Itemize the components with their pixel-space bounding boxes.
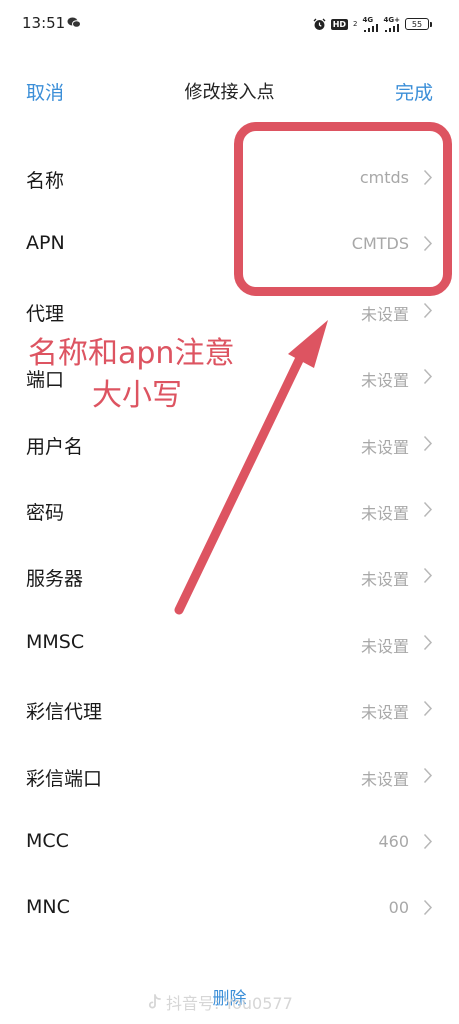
setting-value: 未设置: [360, 636, 409, 656]
apn-edit-screen: 13:51 HD 2 4G 4G+ 55 修改接入点 取消 完成 名称 cmtd…: [0, 0, 459, 1024]
setting-label: 代理: [26, 302, 65, 325]
page-title: 修改接入点: [184, 82, 275, 103]
setting-value: 未设置: [360, 371, 409, 391]
setting-label: 名称: [26, 170, 65, 192]
chevron-right-icon: [423, 501, 433, 517]
setting-label: 服务器: [26, 568, 84, 591]
setting-value: 460: [378, 831, 409, 851]
setting-label: 用户名: [26, 435, 84, 458]
chevron-right-icon: [423, 833, 433, 849]
network-1: 4G: [363, 16, 379, 32]
setting-label: APN: [26, 232, 65, 255]
cancel-button[interactable]: 取消: [26, 78, 64, 105]
chevron-right-icon: [423, 302, 433, 318]
setting-label: MNC: [26, 896, 70, 919]
battery-icon: 55: [405, 18, 432, 30]
status-icons: HD 2 4G 4G+ 55: [313, 14, 432, 34]
setting-label: MCC: [26, 829, 69, 852]
alarm-icon: [313, 18, 326, 30]
setting-value: 00: [388, 898, 409, 918]
setting-row-mcc[interactable]: MCC 460: [0, 808, 459, 874]
chevron-right-icon: [423, 634, 433, 650]
chevron-right-icon: [423, 701, 433, 717]
setting-value: 未设置: [360, 703, 409, 723]
setting-label: 彩信端口: [26, 767, 103, 790]
setting-value: 未设置: [360, 437, 409, 457]
watermark-text: 抖音号: You0577: [166, 994, 293, 1013]
setting-value: 未设置: [360, 304, 409, 324]
setting-value: 未设置: [360, 503, 409, 523]
annotation-text: 大小写: [92, 378, 182, 413]
setting-label: 彩信代理: [26, 701, 103, 724]
tiktok-logo-icon: [148, 994, 161, 1009]
chevron-right-icon: [423, 568, 433, 584]
signal-bars-icon: [384, 24, 399, 32]
signal-bars-icon: [363, 24, 378, 32]
setting-label: MMSC: [26, 630, 85, 653]
watermark: 抖音号: You0577: [148, 990, 293, 1014]
setting-value: 未设置: [360, 769, 409, 789]
setting-row-mnc[interactable]: MNC 00: [0, 874, 459, 940]
setting-row-mms-proxy[interactable]: 彩信代理 未设置: [0, 675, 459, 741]
done-button[interactable]: 完成: [395, 78, 433, 105]
chevron-right-icon: [423, 435, 433, 451]
chevron-right-icon: [423, 900, 433, 916]
sim-index: 2: [353, 20, 358, 28]
status-time: 13:51: [22, 14, 66, 32]
hd-badge: HD: [330, 18, 349, 30]
setting-value: 未设置: [360, 570, 409, 590]
setting-row-server[interactable]: 服务器 未设置: [0, 542, 459, 608]
setting-row-mms-port[interactable]: 彩信端口 未设置: [0, 742, 459, 808]
setting-label: 密码: [26, 501, 65, 524]
chevron-right-icon: [423, 767, 433, 783]
annotation-highlight-box: [234, 122, 452, 296]
chevron-right-icon: [423, 369, 433, 385]
setting-row-password[interactable]: 密码 未设置: [0, 476, 459, 542]
network-2-label: 4G+: [383, 16, 400, 24]
network-1-label: 4G: [362, 16, 374, 24]
status-bar: 13:51 HD 2 4G 4G+ 55: [0, 0, 459, 44]
chat-icon: [67, 17, 81, 28]
setting-row-mmsc[interactable]: MMSC 未设置: [0, 609, 459, 675]
setting-row-username[interactable]: 用户名 未设置: [0, 410, 459, 476]
network-2: 4G+: [384, 16, 400, 32]
annotation-text: 名称和apn注意: [28, 336, 235, 371]
